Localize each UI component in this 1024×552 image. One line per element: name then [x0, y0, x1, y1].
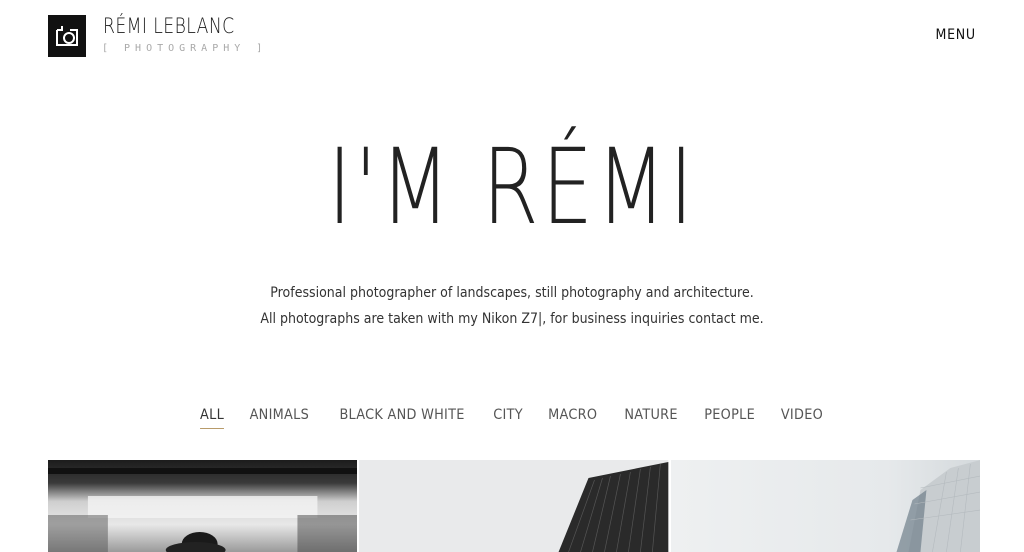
photo-gallery: [48, 460, 980, 552]
photo-dark-building-facade: [359, 460, 669, 552]
gallery-tile-dark-building[interactable]: [359, 460, 669, 552]
photo-glass-tower-fog: [670, 460, 980, 552]
menu-button[interactable]: MENU: [936, 27, 976, 43]
filter-macro[interactable]: MACRO: [538, 407, 607, 423]
brand-tagline: [ PHOTOGRAPHY ]: [102, 43, 268, 54]
filter-people[interactable]: PEOPLE: [694, 407, 765, 423]
filter-nature[interactable]: NATURE: [614, 407, 688, 423]
logo[interactable]: [48, 15, 86, 57]
intro-line-1: Professional photographer of landscapes,…: [270, 285, 754, 301]
gallery-tile-person-motion-blur[interactable]: [48, 460, 358, 552]
filter-animals[interactable]: ANIMALS: [240, 407, 320, 423]
gallery-filter-bar: ALL ANIMALS BLACK AND WHITE CITY MACRO N…: [0, 407, 1024, 429]
filter-black-and-white[interactable]: BLACK AND WHITE: [329, 407, 474, 423]
filter-all[interactable]: ALL: [190, 407, 234, 429]
intro-line-2: All photographs are taken with my Nikon …: [260, 311, 764, 327]
camera-icon: [56, 26, 78, 46]
filter-city[interactable]: CITY: [483, 407, 533, 423]
filter-video[interactable]: VIDEO: [771, 407, 833, 423]
gallery-tile-glass-tower[interactable]: [670, 460, 980, 552]
photo-person-motion-blur: [48, 460, 358, 552]
site-header: RÉMI LEBLANC [ PHOTOGRAPHY ] MENU: [0, 0, 1024, 70]
brand-name[interactable]: RÉMI LEBLANC: [103, 14, 235, 38]
hero-title: I'M RÉMI: [327, 126, 697, 248]
intro-text: Professional photographer of landscapes,…: [0, 280, 1024, 332]
